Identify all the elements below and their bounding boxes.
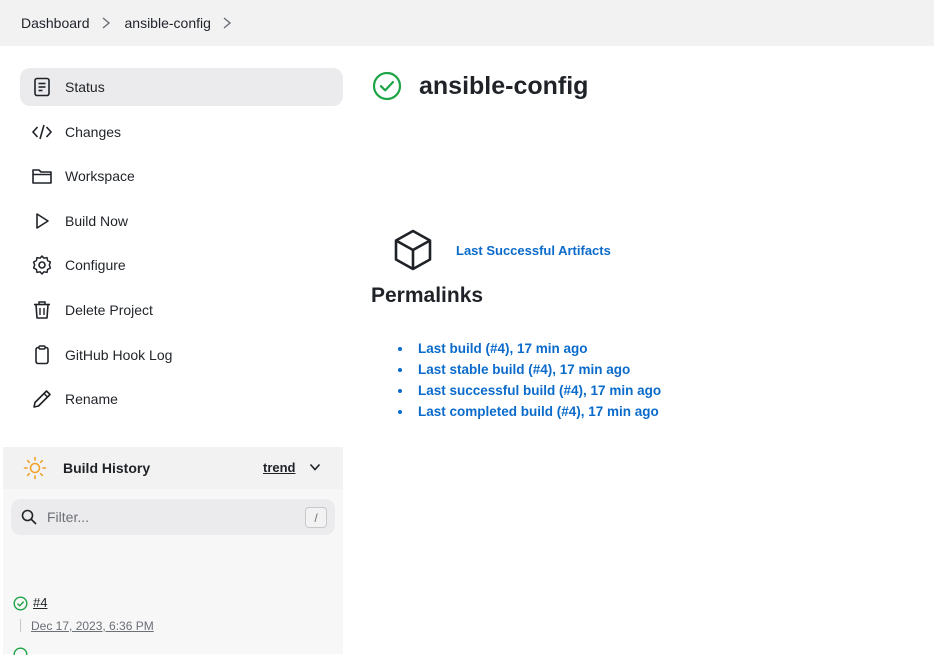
bullet (398, 346, 402, 351)
sidebar-item-workspace[interactable]: Workspace (20, 157, 343, 195)
sidebar-item-label: Build Now (65, 212, 129, 229)
code-icon (31, 121, 53, 143)
bullet (398, 388, 402, 393)
sidebar-item-rename[interactable]: Rename (20, 380, 343, 418)
page-title: ansible-config (419, 71, 589, 100)
main-content: ansible-config Last Successful Artifacts… (343, 46, 934, 608)
bullet (398, 367, 402, 372)
sidebar-item-label: Configure (65, 257, 126, 274)
sidebar-item-configure[interactable]: Configure (20, 246, 343, 284)
build-history-header: Build History trend (3, 447, 343, 489)
sidebar: Status Changes Workspace Build Now Confi… (0, 46, 343, 655)
pencil-icon (31, 388, 53, 410)
sidebar-item-delete-project[interactable]: Delete Project (20, 291, 343, 329)
filter-input[interactable] (47, 509, 287, 525)
search-icon (21, 509, 37, 525)
last-successful-artifacts-link[interactable]: Last Successful Artifacts (456, 243, 611, 258)
trend-link[interactable]: trend (263, 460, 296, 475)
gear-icon (31, 254, 53, 276)
sidebar-item-label: Changes (65, 123, 122, 140)
sidebar-item-github-hook-log[interactable]: GitHub Hook Log (20, 336, 343, 374)
document-icon (31, 76, 53, 98)
clipboard-icon (31, 344, 53, 366)
sidebar-item-label: Delete Project (65, 301, 153, 318)
permalink-last-completed-build[interactable]: Last completed build (#4), 17 min ago (418, 404, 659, 419)
permalinks-list: Last build (#4), 17 min ago Last stable … (391, 338, 661, 422)
list-item: Last build (#4), 17 min ago (391, 338, 661, 359)
chevron-right-icon[interactable] (222, 16, 232, 30)
shortcut-badge: / (305, 507, 327, 528)
chevron-down-icon[interactable] (308, 460, 322, 474)
timeline-bar (20, 619, 21, 632)
filter-field[interactable]: / (11, 499, 335, 535)
sidebar-item-status[interactable]: Status (20, 68, 343, 106)
permalink-last-build[interactable]: Last build (#4), 17 min ago (418, 341, 588, 356)
success-check-icon (13, 647, 28, 655)
list-item: Last successful build (#4), 17 min ago (391, 380, 661, 401)
list-item: Last stable build (#4), 17 min ago (391, 359, 661, 380)
list-item: Last completed build (#4), 17 min ago (391, 401, 661, 422)
build-history-title: Build History (63, 460, 151, 476)
breadcrumb-dashboard[interactable]: Dashboard (21, 15, 90, 31)
permalinks-heading: Permalinks (371, 284, 484, 307)
build-date-link[interactable]: Dec 17, 2023, 6:36 PM (31, 619, 154, 633)
play-icon (31, 210, 53, 232)
sun-icon (23, 456, 47, 480)
success-check-icon (372, 71, 402, 101)
breadcrumb: Dashboard ansible-config (0, 0, 934, 46)
package-icon (394, 229, 432, 271)
trash-icon (31, 299, 53, 321)
sidebar-item-changes[interactable]: Changes (20, 113, 343, 151)
bullet (398, 409, 402, 414)
permalink-last-stable-build[interactable]: Last stable build (#4), 17 min ago (418, 362, 630, 377)
permalink-last-successful-build[interactable]: Last successful build (#4), 17 min ago (418, 383, 661, 398)
success-check-icon (13, 596, 28, 611)
sidebar-item-label: Rename (65, 391, 118, 408)
page-header: ansible-config (371, 70, 588, 102)
sidebar-item-label: GitHub Hook Log (65, 346, 173, 363)
breadcrumb-project[interactable]: ansible-config (125, 15, 211, 31)
folder-icon (31, 165, 53, 187)
artifacts-section: Last Successful Artifacts (391, 228, 611, 272)
sidebar-item-label: Workspace (65, 168, 135, 185)
chevron-right-icon[interactable] (101, 16, 111, 30)
build-history-panel: / #4 Dec 17, 2023, 6:36 PM (3, 489, 343, 655)
sidebar-item-label: Status (65, 79, 105, 95)
sidebar-item-build-now[interactable]: Build Now (20, 202, 343, 240)
task-list: Status Changes Workspace Build Now Confi… (20, 68, 343, 425)
